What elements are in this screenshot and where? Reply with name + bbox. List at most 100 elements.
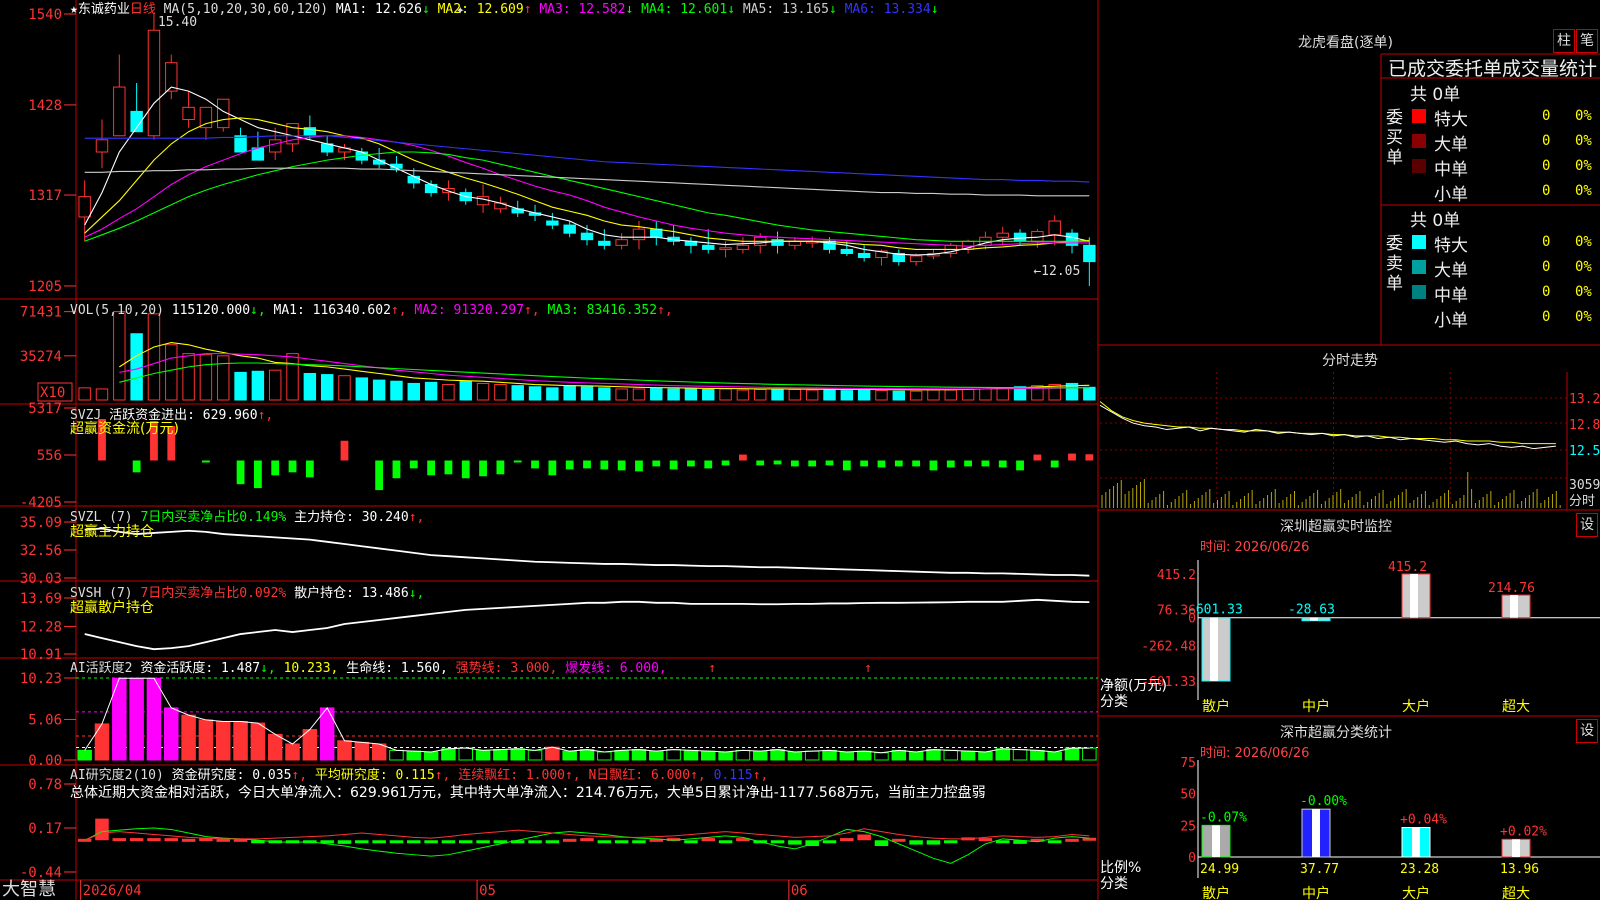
buy-row-label: 特大	[1434, 110, 1468, 130]
label-part: SVSH (7)	[70, 586, 140, 601]
ai-research-bar	[770, 840, 785, 844]
ai-activity-bar	[770, 749, 785, 761]
ai-research-bar	[355, 840, 369, 844]
candle-body	[1083, 244, 1096, 263]
volume-bar	[632, 388, 646, 401]
ai-research-bar	[874, 840, 889, 847]
candle-body	[1048, 220, 1061, 236]
class-ylabel: 比例%	[1100, 860, 1141, 876]
monitor-category-label: 中户	[1302, 698, 1330, 715]
monitor-category-label: 散户	[1202, 698, 1230, 715]
sz-monitor-time: 时间: 2026/06/26	[1200, 540, 1310, 555]
ai-activity-bar	[129, 677, 144, 761]
class-y-tick: 75	[1180, 756, 1196, 771]
buy-row-pct: 0%	[1575, 158, 1592, 174]
ai-research-bar	[181, 838, 196, 842]
label-part: 主力持仓: 30.240	[294, 510, 409, 525]
monitor-xlabel: 分类	[1100, 694, 1128, 710]
ai-activity-bar	[233, 721, 248, 761]
svzj-bar	[305, 460, 314, 478]
label-part: ↑	[524, 2, 540, 17]
ai-activity-bar	[614, 749, 629, 761]
svzl-y-tick: 32.56	[20, 543, 62, 559]
svzj-bar	[253, 460, 262, 489]
x-tick-label: 05	[479, 883, 496, 899]
svsh-subtitle: 超赢散户持仓	[70, 599, 154, 616]
svzj-bar	[860, 460, 869, 467]
ai-research-bar	[95, 818, 109, 841]
ai-activity-bar	[926, 749, 941, 761]
sell-row-label: 小单	[1434, 311, 1468, 331]
sell-row-label: 大单	[1434, 261, 1468, 281]
class-value-label: 23.28	[1400, 862, 1439, 877]
volume-bar	[684, 388, 698, 401]
ai-activity-bar	[978, 751, 993, 761]
volume-bar	[736, 389, 750, 401]
svzl-y-tick: 35.09	[20, 515, 62, 531]
ai-activity-bar	[94, 723, 110, 761]
volume-bar	[823, 389, 836, 401]
label-part: MA5: 13.165	[743, 2, 829, 17]
sell-row-label: 中单	[1434, 286, 1468, 306]
main-chart-svg[interactable]: 1540 1428 1317 1205 15.40 ←12.05 ★东诚药业日线 MA(5,…	[0, 0, 1600, 900]
label-part: MA1: 12.626	[336, 2, 422, 17]
label-part: 爆发线: 6.000,	[565, 660, 667, 676]
column-view-button[interactable]: 柱	[1553, 29, 1575, 53]
ai-research-bar	[372, 840, 386, 844]
volume-bar	[754, 389, 767, 401]
ai-research-bar	[632, 840, 646, 844]
svzj-bar	[444, 460, 453, 475]
class-change-label: +0.02%	[1500, 824, 1547, 839]
ma-line-ma5	[84, 167, 1090, 197]
label-part: AI研究度2(10)	[70, 767, 172, 783]
ai-research-bar	[857, 834, 871, 841]
svzj-y-tick: -4205	[20, 495, 62, 511]
price-header: ★东诚药业日线 MA(5,10,20,30,60,120) MA1: 12.62…	[70, 2, 939, 17]
ai-activity-bar	[735, 749, 751, 761]
sell-row-pct: 0%	[1575, 259, 1592, 275]
svzj-y-tick: 556	[37, 448, 62, 464]
ai-activity-bar	[700, 750, 716, 761]
svzj-y-tick: 5317	[28, 401, 62, 417]
volume-bar	[528, 386, 542, 401]
volume-bar	[147, 313, 161, 401]
ai-activity-bar	[874, 752, 889, 761]
buy-color-swatch	[1412, 134, 1426, 148]
sell-row-pct: 0%	[1575, 309, 1592, 325]
candle-body	[234, 135, 247, 153]
monitor-bar-中户	[1301, 617, 1331, 622]
ai-activity-bar	[666, 749, 681, 761]
label-part: 115120.000	[172, 303, 250, 318]
volume-bar	[857, 389, 871, 401]
svzj-bar	[756, 460, 765, 466]
tick-view-button[interactable]: 笔	[1576, 29, 1598, 53]
class-category-label: 中户	[1302, 885, 1330, 900]
svzj-bar	[964, 460, 972, 467]
ai-research-bar	[822, 840, 837, 844]
sz-monitor-settings-button[interactable]: 设	[1576, 513, 1598, 537]
volume-bar	[667, 388, 680, 401]
signal-arrow: ↑	[708, 661, 716, 676]
label-part	[338, 661, 346, 676]
candle-body	[580, 232, 594, 241]
class-change-label: -0.07%	[1200, 810, 1247, 825]
price-y-tick: 1317	[28, 188, 62, 204]
sz-class-time: 时间: 2026/06/26	[1200, 746, 1310, 761]
label-part: SVZL (7)	[70, 510, 140, 525]
label-part: ↑,	[391, 303, 414, 318]
svzj-bar	[461, 460, 470, 479]
sz-class-settings-button[interactable]: 设	[1576, 719, 1598, 743]
ai-activity-bar	[1047, 751, 1062, 761]
svzj-bar	[1085, 454, 1094, 461]
ai-activity-bar	[649, 750, 664, 761]
ai-activity-bar	[683, 749, 699, 761]
candle-body	[546, 220, 559, 226]
svzj-bar	[1033, 454, 1042, 461]
candle-body	[268, 139, 282, 153]
volume-bar	[563, 385, 576, 401]
ai-research-bar	[684, 840, 698, 844]
buy-color-swatch	[1412, 184, 1426, 198]
ai-activity-bar	[545, 746, 560, 761]
svzj-bar	[669, 460, 678, 470]
volume-bar	[875, 390, 888, 401]
